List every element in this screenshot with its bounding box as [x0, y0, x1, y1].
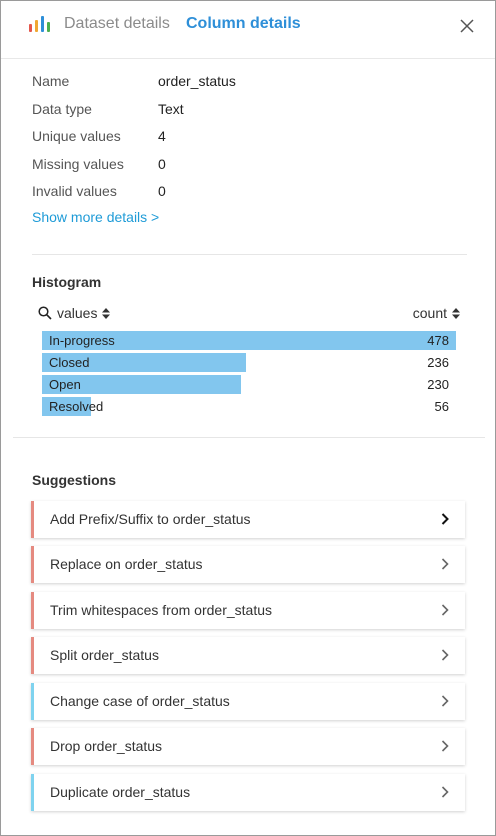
chevron-right-icon	[441, 649, 449, 661]
suggestion-duplicate[interactable]: Duplicate order_status	[31, 774, 465, 811]
count-column-header[interactable]: count	[413, 305, 460, 321]
property-row-missing-values: Missing values 0	[32, 152, 472, 180]
suggestion-label: Add Prefix/Suffix to order_status	[50, 511, 251, 527]
suggestion-label: Trim whitespaces from order_status	[50, 602, 272, 618]
tab-dataset-details[interactable]: Dataset details	[64, 14, 170, 34]
histogram-value-label: Closed	[49, 355, 90, 370]
panel-header: Dataset details Column details	[1, 1, 495, 47]
property-value: order_status	[158, 73, 236, 89]
property-row-unique-values: Unique values 4	[32, 124, 472, 152]
suggestion-label: Drop order_status	[50, 738, 163, 754]
property-row-data-type: Data type Text	[32, 97, 472, 125]
property-row-invalid-values: Invalid values 0	[32, 179, 472, 207]
values-header-label: values	[57, 305, 98, 321]
property-label: Data type	[32, 100, 92, 117]
histogram-row[interactable]: In-progress 478	[42, 330, 456, 352]
section-divider	[32, 254, 467, 255]
column-properties: Name order_status Data type Text Unique …	[32, 69, 472, 207]
suggestion-replace[interactable]: Replace on order_status	[31, 546, 465, 583]
section-divider	[13, 437, 485, 438]
suggestion-label: Duplicate order_status	[50, 784, 191, 800]
suggestion-trim-whitespaces[interactable]: Trim whitespaces from order_status	[31, 592, 465, 629]
chevron-right-icon	[441, 786, 449, 798]
show-more-details-link[interactable]: Show more details >	[32, 209, 159, 225]
property-row-name: Name order_status	[32, 69, 472, 97]
suggestion-change-case[interactable]: Change case of order_status	[31, 683, 465, 720]
histogram-count: 230	[427, 377, 449, 392]
histogram-title: Histogram	[32, 274, 102, 290]
app-logo-icon	[29, 16, 53, 32]
histogram-row[interactable]: Resolved 56	[42, 396, 456, 418]
suggestion-label: Replace on order_status	[50, 556, 203, 572]
chevron-right-icon	[441, 513, 449, 525]
suggestion-split[interactable]: Split order_status	[31, 637, 465, 674]
close-icon[interactable]	[459, 18, 475, 34]
chevron-right-icon	[441, 558, 449, 570]
count-header-label: count	[412, 305, 447, 321]
sort-icon[interactable]	[102, 308, 111, 319]
property-label: Name	[32, 73, 70, 89]
histogram-count: 236	[427, 355, 449, 370]
chevron-right-icon	[441, 604, 449, 616]
histogram-header: values count	[38, 303, 460, 325]
header-divider	[1, 58, 495, 59]
suggestions-title: Suggestions	[32, 472, 117, 488]
histogram-count: 478	[427, 333, 449, 348]
chevron-right-icon	[441, 695, 449, 707]
suggestion-drop[interactable]: Drop order_status	[31, 728, 465, 765]
histogram-value-label: In-progress	[49, 333, 115, 348]
values-column-header[interactable]: values	[57, 305, 111, 321]
sort-icon[interactable]	[452, 308, 460, 319]
property-value: Text	[158, 100, 184, 117]
property-label: Unique values	[32, 128, 121, 144]
histogram-value-label: Open	[49, 377, 81, 392]
histogram-value-label: Resolved	[49, 399, 104, 414]
property-label: Missing values	[32, 155, 124, 172]
suggestion-label: Split order_status	[50, 647, 159, 663]
search-icon[interactable]	[38, 306, 52, 320]
property-value: 0	[158, 183, 166, 199]
property-value: 4	[158, 128, 166, 144]
chevron-right-icon	[441, 740, 449, 752]
histogram-row[interactable]: Open 230	[42, 374, 456, 396]
column-details-panel: Dataset details Column details Name orde…	[0, 0, 496, 836]
suggestion-add-prefix-suffix[interactable]: Add Prefix/Suffix to order_status	[31, 501, 465, 538]
property-label: Invalid values	[32, 183, 117, 199]
suggestion-label: Change case of order_status	[50, 693, 230, 709]
histogram-count: 56	[434, 399, 449, 414]
tab-column-details[interactable]: Column details	[186, 14, 301, 34]
property-value: 0	[158, 155, 166, 172]
histogram-row[interactable]: Closed 236	[42, 352, 456, 374]
